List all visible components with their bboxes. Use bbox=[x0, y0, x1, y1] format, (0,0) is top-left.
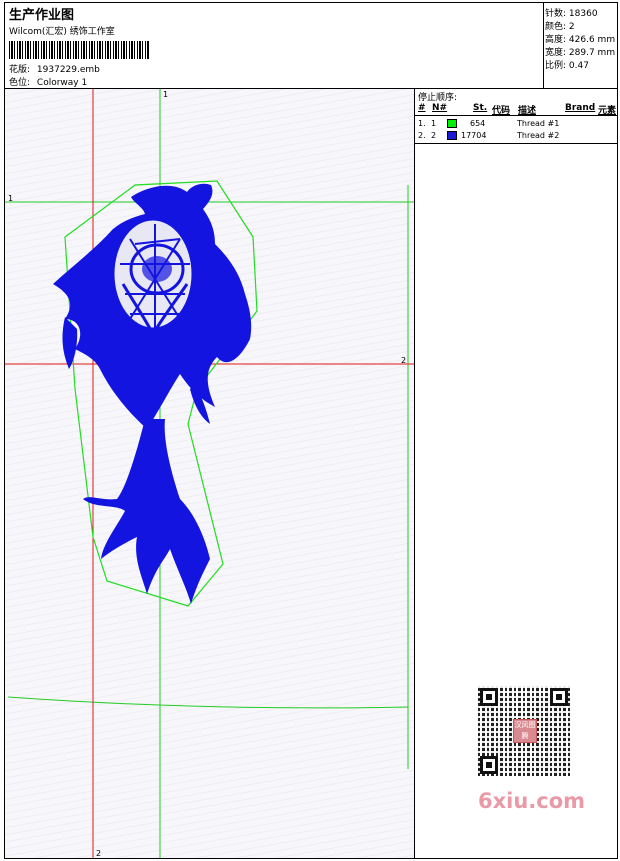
embroidery-shape bbox=[53, 183, 252, 604]
header: 生产作业图 Wilcom(汇宏) 绣饰工作室 花版: 1937229.emb 色… bbox=[5, 3, 543, 89]
qr-logo: 汉风图腾 bbox=[513, 719, 537, 743]
colorway-line: 色位: Colorway 1 bbox=[9, 75, 87, 88]
col-desc: 描述 bbox=[518, 106, 537, 116]
row-description: Thread #2 bbox=[517, 131, 560, 140]
row-stitches: 17704 bbox=[461, 131, 487, 140]
row-index: 1. bbox=[418, 119, 426, 128]
color-count: 颜色: 2 bbox=[545, 22, 575, 32]
col-hash: # bbox=[418, 103, 426, 113]
col-st: St. bbox=[473, 103, 488, 113]
colorway-value: Colorway 1 bbox=[36, 78, 88, 88]
col-no: N# bbox=[432, 103, 448, 113]
row-description: Thread #1 bbox=[517, 119, 560, 128]
bottom-guide bbox=[7, 696, 409, 709]
qr-code: 汉风图腾 bbox=[466, 680, 584, 780]
stitch-count: 针数: 18360 bbox=[545, 9, 598, 19]
stats-box: 针数: 18360 颜色: 2 高度: 426.6 mm 宽度: 289.7 m… bbox=[543, 3, 617, 89]
design-canvas: 1 1 2 2 bbox=[5, 89, 414, 858]
color-swatch bbox=[447, 131, 457, 140]
design-drawing: 1 1 2 2 bbox=[5, 89, 414, 858]
design-scale: 比例: 0.47 bbox=[545, 61, 589, 71]
stop-sequence-header: # N# St. 代码 描述 Brand 元素 bbox=[415, 102, 618, 116]
design-height: 高度: 426.6 mm bbox=[545, 35, 616, 45]
h1-label: 1 bbox=[8, 194, 13, 203]
color-swatch bbox=[447, 119, 457, 128]
col-brand: Brand bbox=[565, 103, 596, 113]
table-row: 2. 2 17704 Thread #2 bbox=[415, 130, 618, 143]
watermark: 6xiu.com bbox=[478, 789, 586, 813]
colorway-label: 色位: bbox=[9, 78, 31, 88]
design-file-label: 花版: bbox=[9, 65, 31, 75]
row-index: 2. bbox=[418, 131, 426, 140]
design-file-value: 1937229.emb bbox=[36, 65, 100, 75]
v2-label: 2 bbox=[96, 849, 101, 858]
row-number: 2 bbox=[431, 131, 437, 140]
design-width: 宽度: 289.7 mm bbox=[545, 48, 616, 58]
qr-finder bbox=[480, 756, 498, 774]
col-code: 代码 bbox=[492, 106, 511, 116]
row-stitches: 654 bbox=[470, 119, 486, 128]
stop-sequence-divider bbox=[415, 143, 618, 144]
h2-label: 2 bbox=[401, 356, 406, 365]
col-element: 元素 bbox=[598, 106, 617, 116]
page-title: 生产作业图 bbox=[9, 8, 75, 23]
qr-finder bbox=[480, 688, 498, 706]
company-name: Wilcom(汇宏) 绣饰工作室 bbox=[9, 27, 115, 37]
barcode bbox=[9, 41, 149, 59]
row-number: 1 bbox=[431, 119, 437, 128]
design-file-line: 花版: 1937229.emb bbox=[9, 62, 100, 75]
qr-finder bbox=[550, 688, 568, 706]
v1-label: 1 bbox=[163, 90, 168, 99]
